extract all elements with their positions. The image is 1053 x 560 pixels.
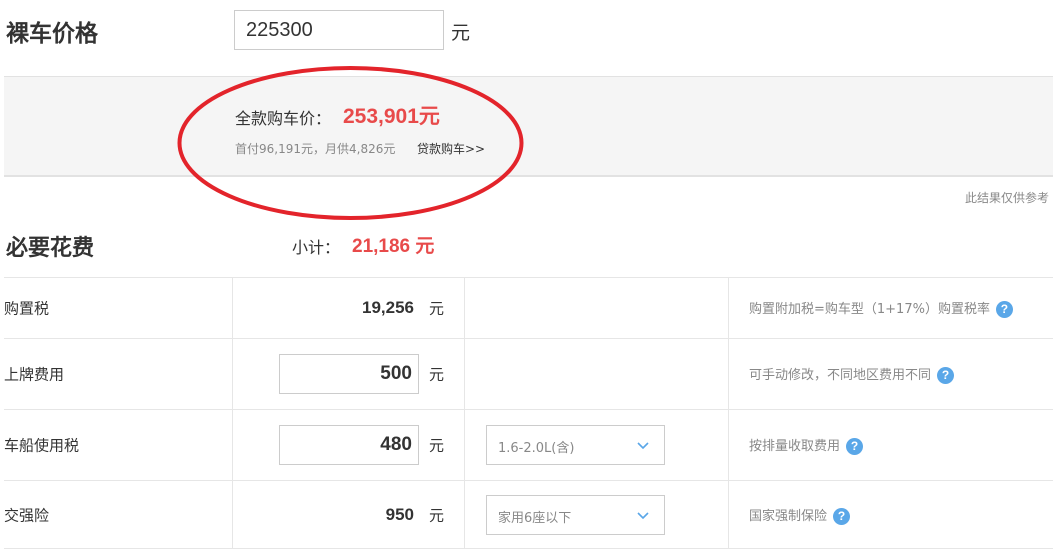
fee-row-license-fee: 上牌费用 元 可手动修改，不同地区费用不同? [4, 339, 1053, 410]
fee-note: 可手动修改，不同地区费用不同? [749, 364, 955, 384]
payment-summary: 全款购车价： 253,901元 首付96,191元，月供4,826元 贷款购车>… [4, 76, 1053, 177]
subtotal-label: 小计： [292, 238, 341, 257]
chevron-down-icon [637, 511, 649, 519]
fee-row-compulsory-insurance: 交强险 950 元 家用6座以下 国家强制保险? [4, 481, 1053, 549]
displacement-select[interactable]: 1.6-2.0L(含) [486, 425, 665, 465]
fee-row-purchase-tax: 购置税 19,256 元 购置附加税=购车型（1+17%）购置税率? [4, 278, 1053, 339]
seat-type-select[interactable]: 家用6座以下 [486, 494, 665, 535]
fee-row-vehicle-tax: 车船使用税 元 1.6-2.0L(含) 按排量收取费用? [4, 410, 1053, 481]
loan-purchase-link[interactable]: 贷款购车>> [417, 140, 485, 157]
fee-note: 国家强制保险? [749, 505, 851, 525]
required-costs-table: 购置税 19,256 元 购置附加税=购车型（1+17%）购置税率? 上牌费用 … [4, 277, 1053, 549]
subtotal-value: 21,186 元 [352, 236, 435, 257]
vehicle-tax-input[interactable] [279, 425, 419, 465]
fee-label: 车船使用税 [4, 436, 80, 455]
chevron-down-icon [637, 442, 649, 450]
fee-unit: 元 [429, 365, 445, 384]
car-price-row: 裸车价格 元 [0, 0, 1053, 76]
fee-note-text: 国家强制保险 [749, 508, 828, 524]
fee-label: 上牌费用 [4, 365, 65, 384]
fee-unit: 元 [429, 299, 445, 318]
required-costs-title: 必要花费 [6, 236, 95, 261]
car-price-title: 裸车价格 [6, 21, 98, 47]
license-fee-input[interactable] [279, 354, 419, 394]
seat-type-select-value: 家用6座以下 [498, 510, 572, 526]
fee-unit: 元 [429, 506, 445, 524]
question-circle-icon[interactable]: ? [846, 438, 864, 455]
fee-unit: 元 [429, 436, 445, 455]
question-circle-icon[interactable]: ? [995, 301, 1013, 318]
fee-label: 购置税 [4, 299, 50, 318]
car-price-unit: 元 [451, 22, 471, 44]
car-price-input[interactable] [234, 10, 444, 50]
fee-note-text: 购置附加税=购车型（1+17%）购置税率 [749, 302, 990, 317]
fee-note: 按排量收取费用? [749, 435, 864, 455]
question-circle-icon[interactable]: ? [833, 507, 851, 525]
fee-note-text: 按排量收取费用 [749, 439, 841, 454]
fee-label: 交强险 [4, 506, 50, 524]
fee-note-text: 可手动修改，不同地区费用不同 [749, 368, 932, 383]
full-payment-label: 全款购车价： [235, 109, 332, 128]
loan-summary-text: 首付96,191元，月供4,826元 [235, 142, 396, 156]
question-circle-icon[interactable]: ? [937, 367, 955, 384]
fee-value: 19,256 [362, 298, 414, 317]
disclaimer-text: 此结果仅供参考 [964, 191, 1049, 205]
fee-note: 购置附加税=购车型（1+17%）购置税率? [749, 298, 1013, 318]
full-payment-value: 253,901元 [343, 105, 440, 128]
displacement-select-value: 1.6-2.0L(含) [498, 441, 575, 456]
fee-value: 950 [385, 504, 414, 524]
